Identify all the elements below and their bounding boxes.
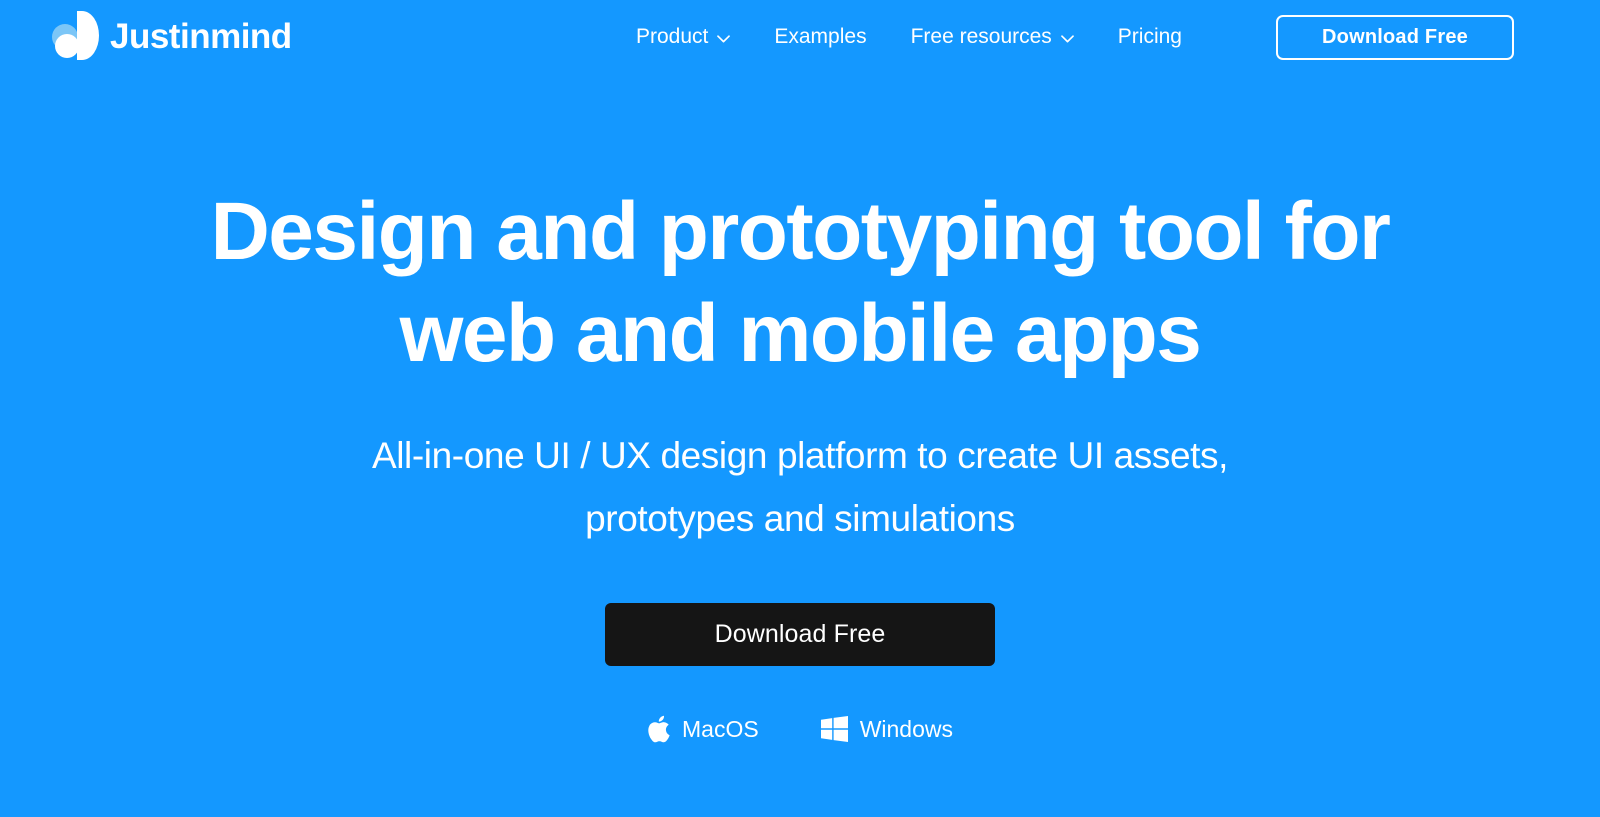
- windows-icon: [820, 716, 848, 742]
- apple-icon: [647, 715, 670, 743]
- platform-label: MacOS: [682, 715, 759, 742]
- platform-list: MacOS Windows: [647, 715, 953, 743]
- hero-section: Design and prototyping tool for web and …: [0, 0, 1600, 817]
- page-title: Design and prototyping tool for web and …: [210, 186, 1391, 379]
- hero-download-free-button[interactable]: Download Free: [605, 603, 995, 666]
- platform-item-windows[interactable]: Windows: [820, 715, 953, 742]
- platform-item-macos[interactable]: MacOS: [647, 715, 759, 743]
- hero-subtitle: All-in-one UI / UX design platform to cr…: [371, 435, 1229, 539]
- platform-label: Windows: [859, 715, 953, 742]
